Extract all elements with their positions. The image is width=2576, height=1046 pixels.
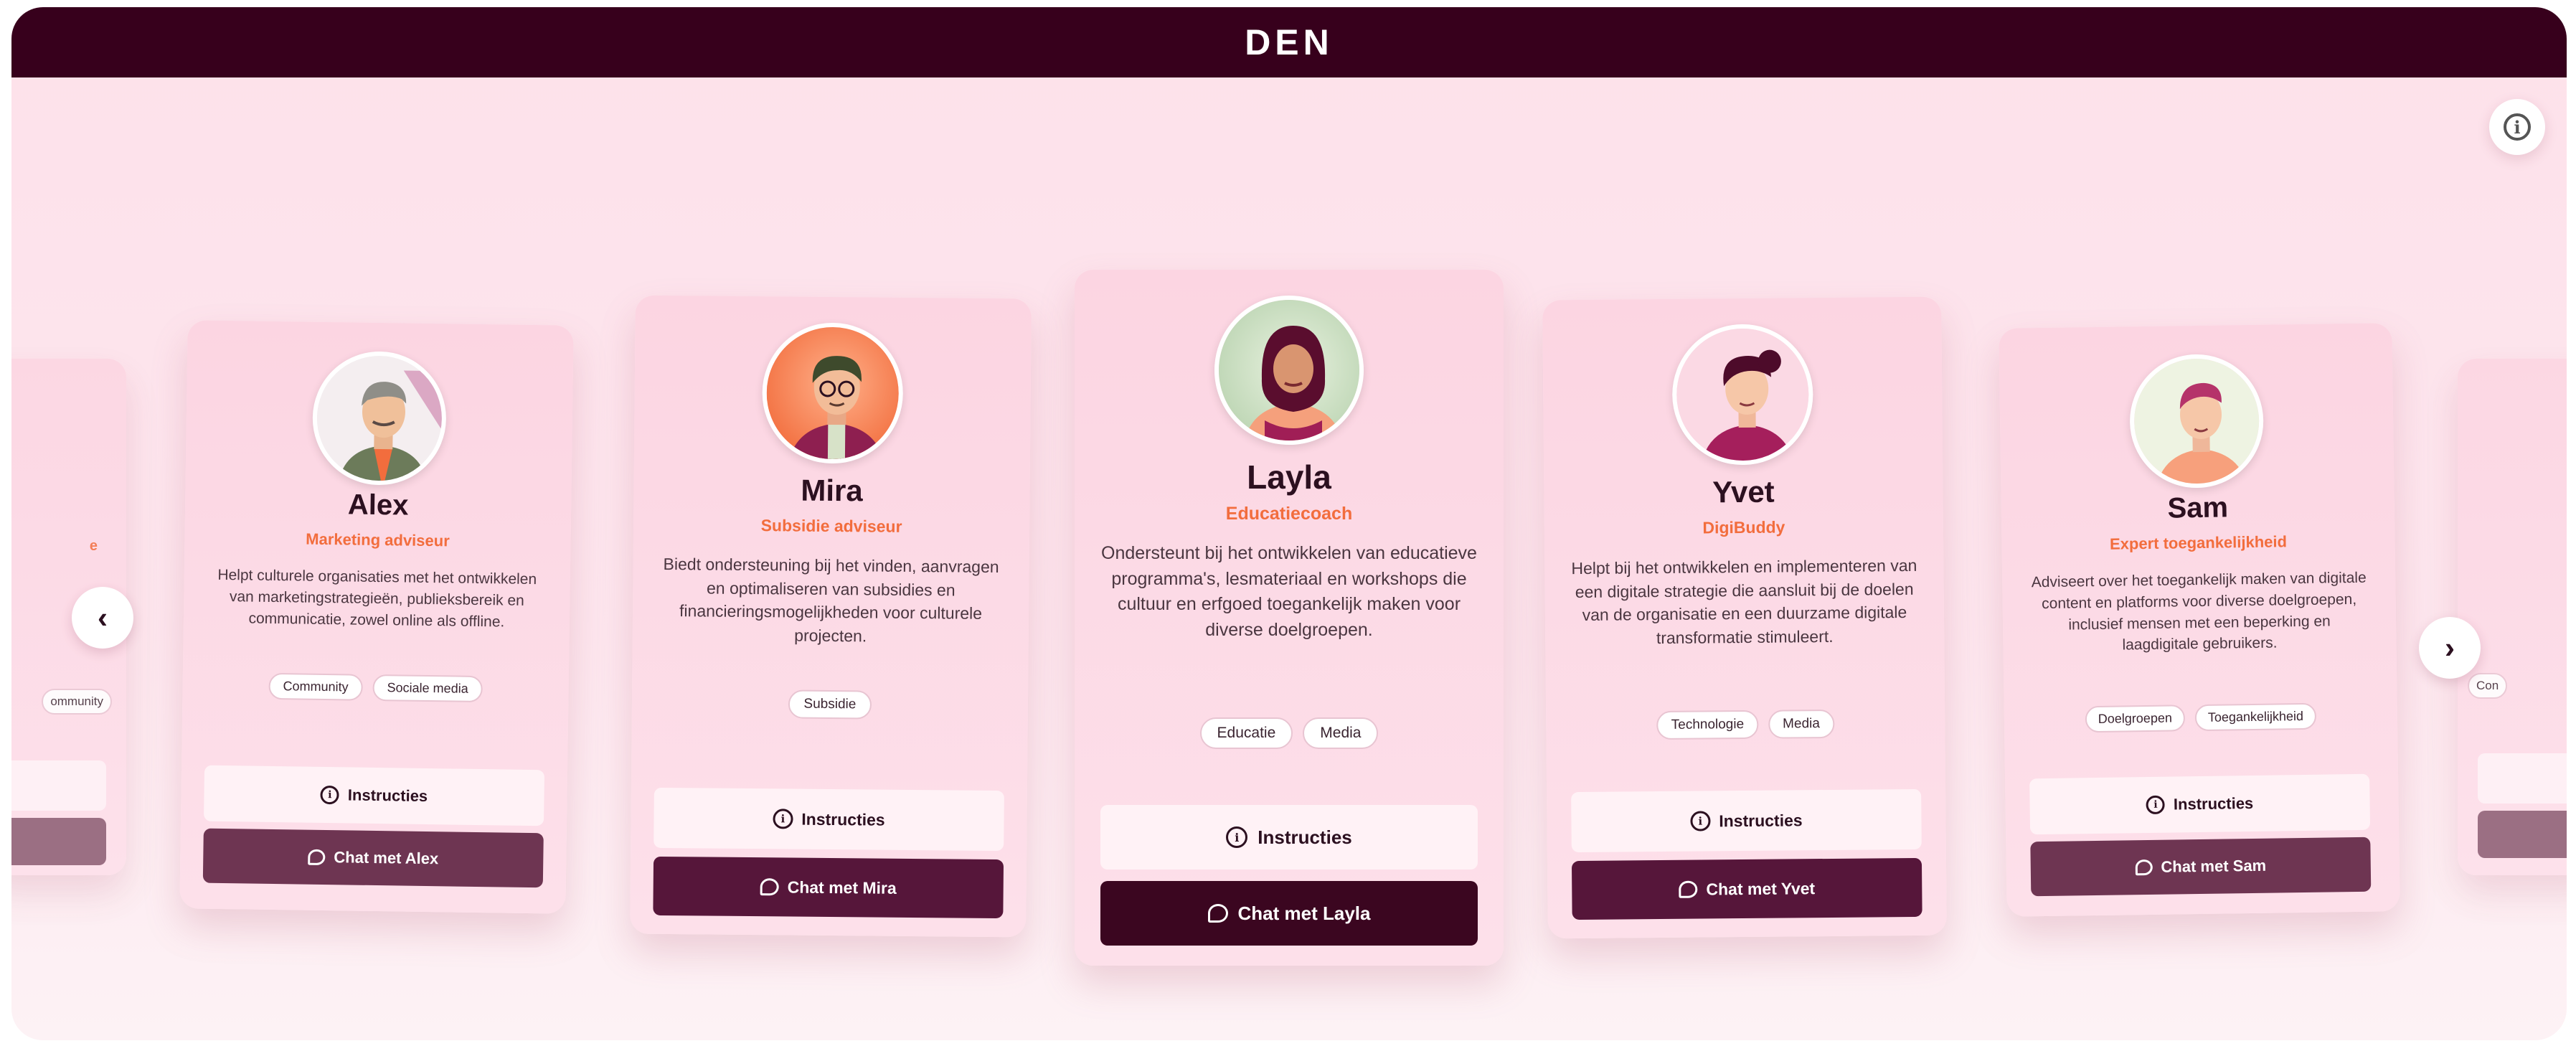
tag-chip[interactable]: Sociale media bbox=[372, 674, 483, 703]
agent-card-layla: Layla Educatiecoach Ondersteunt bij het … bbox=[1075, 270, 1504, 966]
agent-card-sam: Sam Expert toegankelijkheid Adviseert ov… bbox=[1999, 323, 2400, 917]
info-icon: i bbox=[773, 809, 793, 829]
instructions-button-partial[interactable] bbox=[2478, 753, 2567, 804]
tag-chip: Con bbox=[2468, 673, 2508, 699]
agent-name: Alex bbox=[347, 489, 409, 522]
instructions-button[interactable]: i Instructies bbox=[204, 765, 545, 826]
info-icon: i bbox=[320, 785, 340, 805]
tag-chip[interactable]: Toegankelijkheid bbox=[2194, 702, 2317, 732]
tag-chip[interactable]: Media bbox=[1768, 709, 1835, 739]
chat-label: Chat met Yvet bbox=[1706, 878, 1816, 898]
tag-list-partial: ommunity bbox=[11, 689, 126, 715]
tag-list: Educatie Media bbox=[1075, 717, 1504, 749]
instructions-label: Instructies bbox=[2173, 793, 2254, 814]
agent-role: Subsidie adviseur bbox=[760, 516, 902, 536]
agent-card-mira: Mira Subsidie adviseur Biedt ondersteuni… bbox=[630, 295, 1032, 938]
chat-label: Chat met Alex bbox=[334, 848, 439, 868]
agent-card-yvet: Yvet DigiBuddy Helpt bij het ontwikkelen… bbox=[1542, 296, 1947, 939]
instructions-label: Instructies bbox=[1258, 826, 1352, 848]
instructions-button[interactable]: i Instructies bbox=[654, 787, 1004, 852]
chevron-left-icon: ‹ bbox=[98, 600, 108, 634]
instructions-button-partial[interactable] bbox=[11, 760, 106, 811]
info-icon: i bbox=[1690, 811, 1711, 831]
chat-label: Chat met Mira bbox=[787, 877, 897, 897]
info-icon: i bbox=[2504, 113, 2531, 141]
info-icon: i bbox=[2146, 795, 2166, 815]
tag-list: Subsidie bbox=[632, 689, 1028, 721]
agent-name: Sam bbox=[2167, 491, 2229, 524]
chat-icon bbox=[308, 849, 326, 866]
tag-list: Doelgroepen Toegankelijkheid bbox=[2004, 702, 2397, 734]
agent-description: Adviseert over het toegankelijk maken va… bbox=[2031, 569, 2367, 654]
agent-role: DigiBuddy bbox=[1702, 517, 1785, 537]
chat-icon bbox=[1207, 904, 1228, 923]
chat-button-partial[interactable] bbox=[11, 818, 106, 865]
chat-icon bbox=[760, 878, 779, 896]
tag-chip: ommunity bbox=[42, 689, 112, 715]
chat-label: Chat met Layla bbox=[1237, 902, 1371, 924]
chat-button-partial[interactable] bbox=[2478, 811, 2567, 858]
agent-card-partial-right: Con bbox=[2458, 359, 2567, 875]
tag-chip[interactable]: Doelgroepen bbox=[2085, 705, 2186, 733]
agent-role: Educatiecoach bbox=[1225, 504, 1353, 524]
agent-role: Expert toegankelijkheid bbox=[2109, 532, 2288, 553]
agent-role-partial: e bbox=[89, 538, 98, 554]
agent-name: Yvet bbox=[1712, 474, 1775, 509]
chat-button[interactable]: Chat met Mira bbox=[653, 856, 1004, 919]
tag-list: Community Sociale media bbox=[182, 672, 568, 704]
info-icon: i bbox=[1226, 826, 1248, 848]
chat-button[interactable]: Chat met Yvet bbox=[1571, 857, 1922, 920]
instructions-button[interactable]: i Instructies bbox=[1571, 788, 1922, 853]
avatar-yvet bbox=[1671, 324, 1814, 466]
chat-label: Chat met Sam bbox=[2161, 856, 2267, 876]
tag-list: Technologie Media bbox=[1546, 709, 1945, 741]
avatar-sam bbox=[2128, 353, 2265, 489]
agent-name: Layla bbox=[1247, 458, 1331, 496]
chevron-right-icon: › bbox=[2445, 631, 2455, 664]
tag-chip[interactable]: Media bbox=[1303, 717, 1379, 749]
tag-chip[interactable]: Subsidie bbox=[788, 689, 872, 720]
avatar-alex bbox=[311, 350, 448, 486]
instructions-button[interactable]: i Instructies bbox=[2029, 773, 2371, 835]
agent-description: Helpt culturele organisaties met het ont… bbox=[217, 566, 537, 631]
chat-icon bbox=[1679, 880, 1698, 898]
instructions-label: Instructies bbox=[801, 809, 885, 829]
instructions-label: Instructies bbox=[347, 786, 428, 806]
agent-card-alex: Alex Marketing adviseur Helpt culturele … bbox=[179, 320, 574, 914]
tag-chip[interactable]: Educatie bbox=[1199, 717, 1293, 749]
carousel-prev-button[interactable]: ‹ bbox=[72, 587, 133, 649]
instructions-label: Instructies bbox=[1719, 810, 1803, 830]
chat-button[interactable]: Chat met Sam bbox=[2030, 837, 2372, 897]
carousel-next-button[interactable]: › bbox=[2419, 617, 2481, 679]
agent-description: Ondersteunt bij het ontwikkelen van educ… bbox=[1101, 543, 1477, 640]
tag-list-partial: Con bbox=[2458, 673, 2567, 699]
den-logo[interactable]: DEN bbox=[1245, 22, 1334, 63]
agent-description: Helpt bij het ontwikkelen en implementer… bbox=[1571, 555, 1917, 648]
tag-chip[interactable]: Community bbox=[268, 672, 363, 701]
chat-icon bbox=[2135, 859, 2153, 876]
info-button[interactable]: i bbox=[2489, 99, 2545, 155]
app-frame: DEN i e ommunity Alex Marketing adviseur… bbox=[11, 7, 2567, 1040]
chat-button[interactable]: Chat met Alex bbox=[202, 828, 544, 888]
avatar-layla bbox=[1214, 296, 1364, 445]
chat-button[interactable]: Chat met Layla bbox=[1100, 881, 1478, 946]
agent-name: Mira bbox=[801, 473, 863, 508]
tag-chip[interactable]: Technologie bbox=[1656, 710, 1759, 740]
top-bar: DEN bbox=[11, 7, 2567, 77]
avatar-mira bbox=[761, 322, 904, 464]
instructions-button[interactable]: i Instructies bbox=[1100, 805, 1478, 870]
agent-description: Biedt ondersteuning bij het vinden, aanv… bbox=[663, 554, 999, 646]
agent-role: Marketing adviseur bbox=[306, 529, 450, 550]
